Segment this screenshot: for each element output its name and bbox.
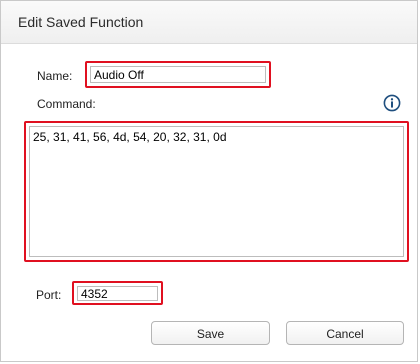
command-field-highlight: 25, 31, 41, 56, 4d, 54, 20, 32, 31, 0d bbox=[24, 121, 409, 262]
port-input[interactable] bbox=[77, 286, 158, 301]
port-label: Port: bbox=[36, 288, 62, 302]
dialog-title-bar: Edit Saved Function bbox=[1, 1, 417, 44]
info-icon[interactable] bbox=[383, 94, 401, 112]
edit-saved-function-dialog: Edit Saved Function Name: Command: 25, 3… bbox=[0, 0, 418, 362]
cancel-button[interactable]: Cancel bbox=[286, 321, 404, 345]
command-label: Command: bbox=[37, 97, 96, 111]
name-field-highlight bbox=[85, 61, 271, 88]
save-button[interactable]: Save bbox=[151, 321, 270, 345]
name-input[interactable] bbox=[90, 66, 266, 83]
dialog-title: Edit Saved Function bbox=[18, 14, 144, 30]
name-label: Name: bbox=[37, 69, 73, 83]
command-textarea[interactable]: 25, 31, 41, 56, 4d, 54, 20, 32, 31, 0d bbox=[29, 126, 404, 257]
port-field-highlight bbox=[72, 281, 163, 305]
